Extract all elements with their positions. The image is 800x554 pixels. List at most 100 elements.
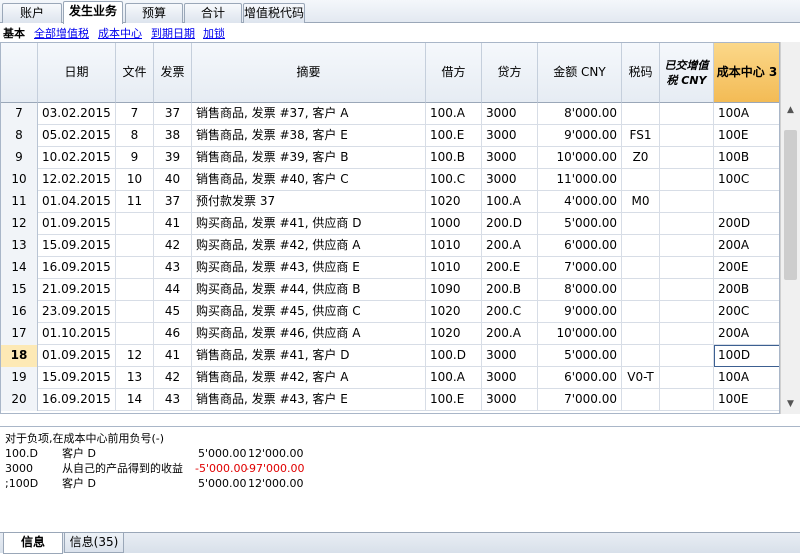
cell-invoice[interactable]: 44 [154, 279, 192, 301]
table-row[interactable]: 9 10.02.2015 9 39 销售商品, 发票 #39, 客户 B 100.B 300… [1, 147, 779, 169]
cell-cost-center-3[interactable]: 100C [714, 169, 779, 191]
table-row[interactable]: 8 05.02.2015 8 38 销售商品, 发票 #38, 客户 E 100.E 300… [1, 125, 779, 147]
cell-amount[interactable]: 5'000.00 [538, 213, 622, 235]
cell-invoice[interactable]: 40 [154, 169, 192, 191]
tab-info[interactable]: 信息 [3, 533, 63, 554]
cell-doc[interactable] [116, 257, 154, 279]
header-description[interactable]: 摘要 [192, 43, 426, 103]
cell-description[interactable]: 销售商品, 发票 #40, 客户 C [192, 169, 426, 191]
cell-vat-code[interactable]: Z0 [622, 147, 660, 169]
cell-doc[interactable]: 14 [116, 389, 154, 411]
tab-info-count[interactable]: 信息(35) [64, 533, 124, 553]
vertical-scrollbar[interactable]: ▲ ▼ [780, 42, 800, 414]
cell-debit[interactable]: 1010 [426, 235, 482, 257]
header-date[interactable]: 日期 [38, 43, 116, 103]
cell-credit[interactable]: 3000 [482, 169, 538, 191]
cell-invoice[interactable]: 45 [154, 301, 192, 323]
cell-vat-code[interactable] [622, 389, 660, 411]
header-vat-posted[interactable]: 已交增值税 CNY [660, 43, 714, 103]
cell-amount[interactable]: 6'000.00 [538, 235, 622, 257]
cell-description[interactable]: 购买商品, 发票 #46, 供应商 A [192, 323, 426, 345]
cell-vat-code[interactable]: V0-T [622, 367, 660, 389]
cell-doc[interactable]: 12 [116, 345, 154, 367]
cell-description[interactable]: 购买商品, 发票 #44, 供应商 B [192, 279, 426, 301]
cell-amount[interactable]: 6'000.00 [538, 367, 622, 389]
header-invoice[interactable]: 发票 [154, 43, 192, 103]
cell-invoice[interactable]: 43 [154, 389, 192, 411]
scroll-up-icon[interactable]: ▲ [781, 102, 800, 119]
cell-description[interactable]: 销售商品, 发票 #41, 客户 D [192, 345, 426, 367]
cell-cost-center-3[interactable]: 100A [714, 367, 779, 389]
table-row[interactable]: 18 01.09.2015 12 41 销售商品, 发票 #41, 客户 D 100.D 3… [1, 345, 779, 367]
cell-cost-center-3[interactable]: 200A [714, 323, 779, 345]
cell-amount[interactable]: 10'000.00 [538, 323, 622, 345]
cell-vat-code[interactable] [622, 169, 660, 191]
header-doc[interactable]: 文件 [116, 43, 154, 103]
cell-date[interactable]: 21.09.2015 [38, 279, 116, 301]
table-row[interactable]: 14 16.09.2015 43 购买商品, 发票 #43, 供应商 E 1010 200… [1, 257, 779, 279]
cell-amount[interactable]: 9'000.00 [538, 125, 622, 147]
cell-debit[interactable]: 100.B [426, 147, 482, 169]
cell-amount[interactable]: 4'000.00 [538, 191, 622, 213]
cell-date[interactable]: 10.02.2015 [38, 147, 116, 169]
cell-date[interactable]: 03.02.2015 [38, 103, 116, 125]
tab-totals[interactable]: 合计 [184, 3, 242, 23]
cell-vat-posted[interactable] [660, 345, 714, 367]
cell-vat-posted[interactable] [660, 169, 714, 191]
view-cost-center[interactable]: 成本中心 [98, 25, 142, 41]
cell-doc[interactable] [116, 213, 154, 235]
cell-amount[interactable]: 7'000.00 [538, 257, 622, 279]
cell-cost-center-3[interactable]: 100E [714, 125, 779, 147]
cell-invoice[interactable]: 46 [154, 323, 192, 345]
cell-description[interactable]: 购买商品, 发票 #45, 供应商 C [192, 301, 426, 323]
cell-cost-center-3[interactable]: 200C [714, 301, 779, 323]
table-row[interactable]: 7 03.02.2015 7 37 销售商品, 发票 #37, 客户 A 100.A 300… [1, 103, 779, 125]
tab-transactions[interactable]: 发生业务 [63, 1, 123, 24]
cell-vat-posted[interactable] [660, 103, 714, 125]
cell-date[interactable]: 01.09.2015 [38, 213, 116, 235]
cell-invoice[interactable]: 42 [154, 367, 192, 389]
cell-credit[interactable]: 200.A [482, 235, 538, 257]
cell-vat-posted[interactable] [660, 125, 714, 147]
table-row[interactable]: 16 23.09.2015 45 购买商品, 发票 #45, 供应商 C 1020 200… [1, 301, 779, 323]
cell-description[interactable]: 预付款发票 37 [192, 191, 426, 213]
table-row[interactable]: 20 16.09.2015 14 43 销售商品, 发票 #43, 客户 E 100.E 3… [1, 389, 779, 411]
cell-vat-posted[interactable] [660, 257, 714, 279]
cell-doc[interactable] [116, 279, 154, 301]
cell-doc[interactable]: 10 [116, 169, 154, 191]
cell-debit[interactable]: 1000 [426, 213, 482, 235]
cell-invoice[interactable]: 41 [154, 213, 192, 235]
cell-doc[interactable]: 8 [116, 125, 154, 147]
cell-debit[interactable]: 100.E [426, 125, 482, 147]
cell-cost-center-3[interactable]: 100A [714, 103, 779, 125]
cell-invoice[interactable]: 37 [154, 191, 192, 213]
header-amount[interactable]: 金额 CNY [538, 43, 622, 103]
cell-amount[interactable]: 10'000.00 [538, 147, 622, 169]
cell-amount[interactable]: 11'000.00 [538, 169, 622, 191]
cell-amount[interactable]: 9'000.00 [538, 301, 622, 323]
cell-vat-code[interactable] [622, 323, 660, 345]
cell-credit[interactable]: 3000 [482, 345, 538, 367]
header-cost-center-3[interactable]: 成本中心 3 [714, 43, 779, 103]
cell-date[interactable]: 15.09.2015 [38, 367, 116, 389]
cell-invoice[interactable]: 41 [154, 345, 192, 367]
cell-description[interactable]: 销售商品, 发票 #37, 客户 A [192, 103, 426, 125]
cell-invoice[interactable]: 42 [154, 235, 192, 257]
cell-vat-code[interactable]: FS1 [622, 125, 660, 147]
cell-credit[interactable]: 3000 [482, 367, 538, 389]
cell-vat-code[interactable] [622, 279, 660, 301]
table-row[interactable]: 17 01.10.2015 46 购买商品, 发票 #46, 供应商 A 1020 200… [1, 323, 779, 345]
cell-description[interactable]: 销售商品, 发票 #38, 客户 E [192, 125, 426, 147]
cell-debit[interactable]: 100.C [426, 169, 482, 191]
cell-credit[interactable]: 100.A [482, 191, 538, 213]
cell-amount[interactable]: 8'000.00 [538, 103, 622, 125]
cell-cost-center-3[interactable]: 200D [714, 213, 779, 235]
cell-vat-code[interactable] [622, 301, 660, 323]
view-lock[interactable]: 加锁 [203, 25, 225, 41]
cell-cost-center-3[interactable]: 100E [714, 389, 779, 411]
cell-doc[interactable] [116, 235, 154, 257]
cell-vat-posted[interactable] [660, 279, 714, 301]
cell-credit[interactable]: 200.C [482, 301, 538, 323]
view-due-date[interactable]: 到期日期 [151, 25, 195, 41]
cell-date[interactable]: 15.09.2015 [38, 235, 116, 257]
